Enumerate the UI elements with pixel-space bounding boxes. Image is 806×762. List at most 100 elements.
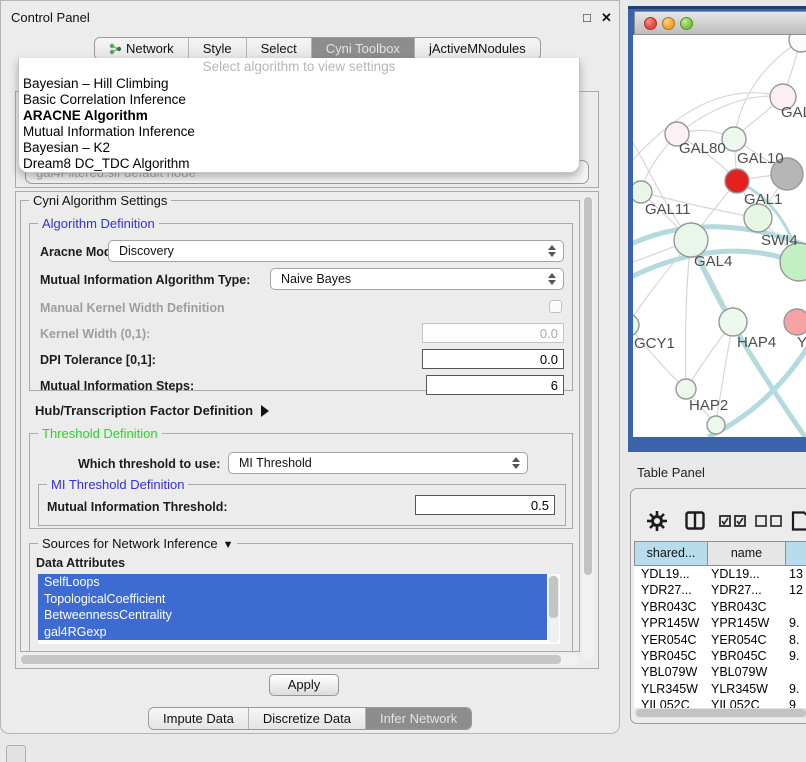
close-window-icon[interactable]: ✕ xyxy=(601,10,612,26)
screen: Control Panel □ ✕ Network Style Select C… xyxy=(0,0,806,762)
mi-threshold-group-title: MI Threshold Definition xyxy=(47,477,188,492)
table-row[interactable]: YBR043CYBR043C xyxy=(634,599,806,615)
data-attributes-list: SelfLoops TopologicalCoefficient Between… xyxy=(38,574,560,644)
node-gcy1[interactable] xyxy=(633,314,639,336)
attribute-item[interactable]: SelfLoops xyxy=(38,574,547,591)
minimize-traffic-light-icon[interactable] xyxy=(662,17,675,30)
algorithm-dropdown-placeholder: Select algorithm to view settings xyxy=(19,58,579,76)
table-panel-title: Table Panel xyxy=(637,465,705,480)
gear-icon[interactable] xyxy=(647,511,667,531)
sources-group-title[interactable]: Sources for Network Inference▼ xyxy=(38,536,237,551)
mi-type-select[interactable]: Naive Bayes xyxy=(270,268,564,290)
column-header-shared[interactable]: shared... xyxy=(634,541,708,566)
collapsed-caret-icon xyxy=(261,405,269,417)
hide-columns-icon[interactable] xyxy=(755,515,783,527)
algorithm-option[interactable]: Bayesian – Hill Climbing xyxy=(19,76,579,92)
close-traffic-light-icon[interactable] xyxy=(644,17,657,30)
attribute-item[interactable]: gal4RGexp xyxy=(38,624,547,641)
float-window-icon[interactable]: □ xyxy=(583,10,591,25)
control-panel-window: Control Panel □ ✕ Network Style Select C… xyxy=(0,0,620,734)
mi-type-label: Mutual Information Algorithm Type: xyxy=(40,273,250,287)
table-row[interactable]: YLR345WYLR345W9. xyxy=(634,681,806,697)
node-gal1-red[interactable] xyxy=(725,169,749,193)
node-label: GAL11 xyxy=(645,201,691,218)
kernel-width-field[interactable] xyxy=(422,323,564,343)
cyni-settings-group-title: Cyni Algorithm Settings xyxy=(29,193,171,208)
zoom-traffic-light-icon[interactable] xyxy=(680,17,693,30)
manual-kernel-checkbox[interactable] xyxy=(549,300,562,313)
attribute-item[interactable]: BetweennessCentrality xyxy=(38,607,547,624)
which-threshold-select[interactable]: MI Threshold xyxy=(228,452,528,474)
mi-steps-field[interactable] xyxy=(426,375,564,395)
algorithm-option[interactable]: Bayesian – K2 xyxy=(19,140,579,156)
mi-threshold-field[interactable] xyxy=(415,495,555,515)
window-frame-edge xyxy=(628,6,806,9)
node-label: GAL10 xyxy=(737,150,784,167)
column-header-partial[interactable] xyxy=(785,541,806,566)
table-row[interactable]: YPR145WYPR145W9. xyxy=(634,615,806,631)
tab-cyni-toolbox[interactable]: Cyni Toolbox xyxy=(311,38,414,59)
dpi-tolerance-field[interactable] xyxy=(422,349,564,369)
minimized-panel-icon[interactable] xyxy=(6,745,26,762)
aracne-mode-select[interactable]: Discovery xyxy=(108,240,564,262)
algorithm-dropdown-popup: Select algorithm to view settings Bayesi… xyxy=(18,58,580,173)
tab-style[interactable]: Style xyxy=(188,38,246,59)
table-row[interactable]: YDL19...YDL19...13 xyxy=(634,566,806,582)
node-label: Y xyxy=(797,334,806,351)
kernel-width-label: Kernel Width (0,1): xyxy=(40,327,150,341)
node-gal4[interactable] xyxy=(674,223,708,257)
algorithm-definition-group: Algorithm Definition Aracne Mode: Discov… xyxy=(29,223,573,391)
algorithm-option[interactable]: Dream8 DC_TDC Algorithm xyxy=(19,156,579,172)
node-hap4[interactable] xyxy=(719,308,747,336)
tab-network-label: Network xyxy=(126,41,174,56)
table-row[interactable]: YBL079WYBL079W xyxy=(634,664,806,680)
manual-kernel-label: Manual Kernel Width Definition xyxy=(40,301,225,315)
tab-jactivemnodules[interactable]: jActiveMNodules xyxy=(414,38,540,59)
table-panel-window: shared... name YDL19...YDL19...13 YDR27.… xyxy=(630,488,806,724)
table-body: YDL19...YDL19...13 YDR27...YDR27...12 YB… xyxy=(634,566,806,708)
node-label: GAL1 xyxy=(744,191,782,208)
node-label: GAL xyxy=(781,104,806,121)
table-row[interactable]: YER054CYER054C8. xyxy=(634,632,806,648)
tab-impute-data[interactable]: Impute Data xyxy=(149,708,248,729)
hub-definition-toggle[interactable]: Hub/Transcription Factor Definition xyxy=(35,403,269,418)
tab-infer-network[interactable]: Infer Network xyxy=(365,708,471,729)
algorithm-option-aracne[interactable]: ARACNE Algorithm xyxy=(19,108,579,124)
cyni-settings-scrollarea: Cyni Algorithm Settings Algorithm Defini… xyxy=(15,191,599,669)
network-window-titlebar[interactable] xyxy=(634,11,806,35)
node-y-partial[interactable] xyxy=(784,309,806,335)
tab-select[interactable]: Select xyxy=(246,38,311,59)
node-label: SWI4 xyxy=(761,232,798,249)
table-horizontal-scrollbar[interactable] xyxy=(634,708,806,718)
network-canvas[interactable]: GAL GAL80 GAL10 GAL1 GAL11 SWI4 GAL4 GCY… xyxy=(633,35,806,437)
algorithm-option[interactable]: Mutual Information Inference xyxy=(19,124,579,140)
expanded-caret-icon: ▼ xyxy=(223,539,234,551)
settings-horizontal-scrollbar[interactable] xyxy=(19,654,579,665)
table-row[interactable]: YBR045CYBR045C9. xyxy=(634,648,806,664)
algorithm-definition-title: Algorithm Definition xyxy=(38,216,159,231)
split-columns-icon[interactable] xyxy=(685,511,705,530)
data-attributes-label: Data Attributes xyxy=(36,556,125,570)
tab-discretize-data[interactable]: Discretize Data xyxy=(248,708,365,729)
sources-group: Sources for Network Inference▼ Data Attr… xyxy=(29,543,573,651)
show-checked-columns-icon[interactable] xyxy=(719,515,747,527)
combo-spinner-icon xyxy=(548,273,556,285)
table-row[interactable]: YDR27...YDR27...12 xyxy=(634,582,806,598)
export-table-icon[interactable] xyxy=(791,511,806,531)
apply-button[interactable]: Apply xyxy=(269,674,339,696)
algorithm-option[interactable]: Basic Correlation Inference xyxy=(19,92,579,108)
node-unlabeled[interactable] xyxy=(789,35,806,52)
table-row[interactable]: YIL052CYIL052C9 xyxy=(634,697,806,708)
table-header-row: shared... name xyxy=(634,541,806,566)
node-swi4[interactable] xyxy=(744,204,772,232)
attributes-scrollbar[interactable] xyxy=(548,575,559,643)
column-header-name[interactable]: name xyxy=(707,541,786,566)
node-hap2[interactable] xyxy=(676,379,696,399)
settings-vertical-scrollbar[interactable] xyxy=(582,195,594,661)
node-label: HAP4 xyxy=(737,334,776,351)
dpi-tolerance-label: DPI Tolerance [0,1]: xyxy=(40,353,156,367)
node-gal11[interactable] xyxy=(633,181,652,203)
attribute-item[interactable]: TopologicalCoefficient xyxy=(38,591,547,608)
node-unlabeled[interactable] xyxy=(707,416,725,434)
tab-network[interactable]: Network xyxy=(95,38,188,59)
